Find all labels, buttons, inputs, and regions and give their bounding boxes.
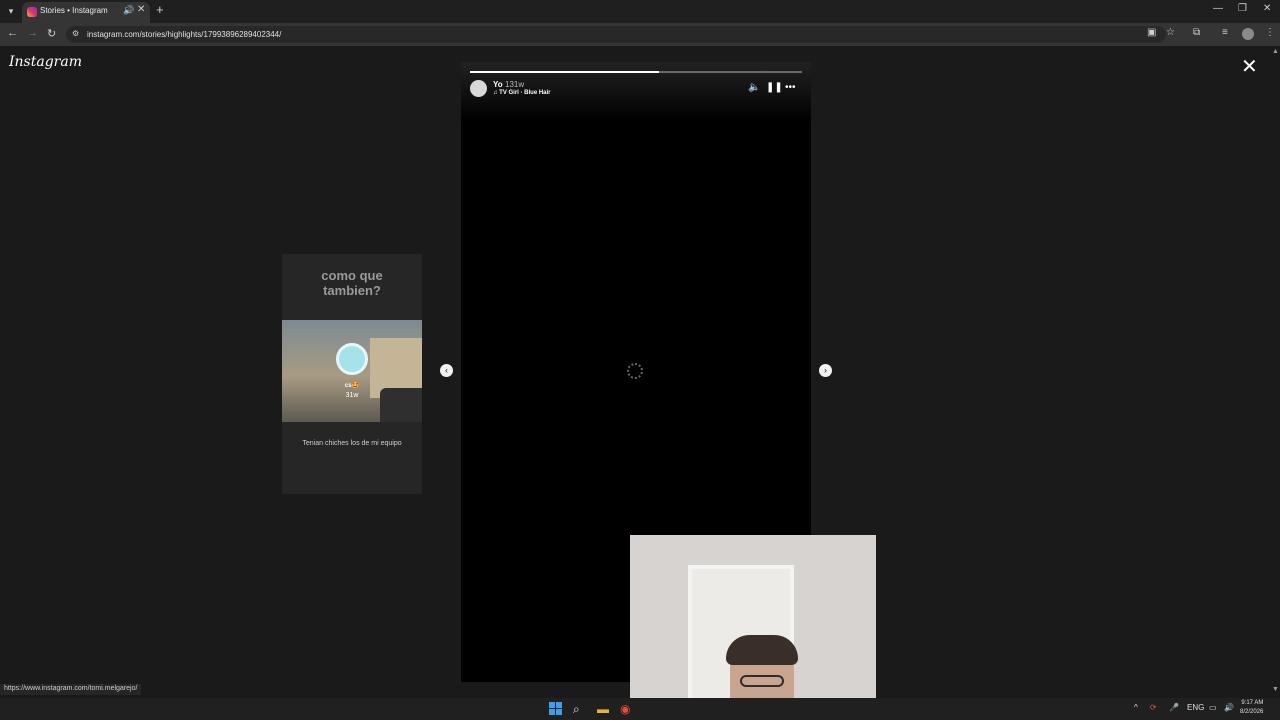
search-icon[interactable]: ⌕ <box>573 701 580 717</box>
url-text[interactable]: instagram.com/stories/highlights/1799389… <box>87 30 281 39</box>
scroll-up-arrow-icon[interactable]: ▲ <box>1272 48 1279 55</box>
tab-instagram[interactable]: Stories • Instagram 🔊 ✕ <box>22 2 150 23</box>
story-username[interactable]: Yo <box>493 80 503 89</box>
tab-title: Stories • Instagram <box>40 6 108 15</box>
reload-icon[interactable]: ↻ <box>47 27 56 40</box>
status-bar-url: https://www.instagram.com/tomi.melgarejo… <box>0 684 142 695</box>
cast-icon[interactable]: ▣ <box>1147 27 1156 38</box>
tab-close-icon[interactable]: ✕ <box>137 4 145 15</box>
volume-icon[interactable]: 🔈 <box>748 82 760 93</box>
taskbar-clock[interactable]: 9:17 AM 8/2/2026 <box>1240 699 1263 717</box>
webcam-overlay <box>630 535 876 720</box>
clock-time: 9:17 AM <box>1241 700 1264 706</box>
tab-audio-icon[interactable]: 🔊 <box>123 5 134 16</box>
taskbar: ⌕ ▬ ◉ ^ ⟳ 🎤 ENG ▭ 🔊 9:17 AM 8/2/2026 <box>0 698 1280 720</box>
chrome-icon[interactable]: ◉ <box>620 701 630 717</box>
scroll-down-arrow-icon[interactable]: ▼ <box>1272 686 1279 693</box>
windows-start-icon[interactable] <box>549 702 562 715</box>
site-info-icon[interactable]: ⚙ <box>72 29 79 38</box>
audio-track-label: TV Girl · Blue Hair <box>499 90 551 96</box>
profile-avatar[interactable] <box>1242 28 1254 40</box>
progress-segment-remaining <box>659 71 802 73</box>
previous-story-image: cs🤩 31w <box>282 320 422 422</box>
back-icon[interactable]: ← <box>7 27 18 39</box>
close-story-button[interactable]: ✕ <box>1241 56 1258 78</box>
next-story-chevron-icon[interactable]: › <box>819 364 832 377</box>
progress-segment-played <box>470 71 659 73</box>
media-control-icon[interactable]: ≡ <box>1222 27 1228 38</box>
previous-story-chevron-icon[interactable]: ‹ <box>440 364 453 377</box>
clock-date: 8/2/2026 <box>1240 709 1264 715</box>
story-progress-bar <box>470 71 802 73</box>
tab-search-icon[interactable]: ▾ <box>4 4 18 18</box>
restore-icon[interactable]: ❐ <box>1238 3 1247 14</box>
file-explorer-icon[interactable]: ▬ <box>597 701 609 717</box>
language-indicator[interactable]: ENG <box>1187 703 1204 712</box>
extensions-icon[interactable]: ⧉ <box>1193 27 1200 38</box>
speaker-icon[interactable]: 🔊 <box>1224 703 1234 712</box>
new-tab-button[interactable]: + <box>156 2 164 17</box>
story-audio-track[interactable]: ♫ TV Girl · Blue Hair <box>493 90 551 96</box>
previous-story-caption: Tenian chiches los de mi equipo <box>302 440 402 447</box>
microphone-icon[interactable]: 🎤 <box>1169 703 1179 712</box>
network-icon[interactable]: ▭ <box>1209 703 1217 712</box>
address-bar[interactable]: ⚙ instagram.com/stories/highlights/17993… <box>66 26 1166 43</box>
heading-line-1: como que <box>321 268 383 283</box>
previous-story-card[interactable]: como que tambien? cs🤩 31w Tenian chiches… <box>282 254 422 494</box>
instagram-logo[interactable]: Instagram <box>9 54 82 70</box>
window-close-icon[interactable]: ✕ <box>1263 3 1271 14</box>
webcam-person-hair <box>726 635 798 665</box>
minimize-icon[interactable]: — <box>1213 3 1223 14</box>
story-age: 131w <box>505 80 525 89</box>
browser-menu-icon[interactable]: ⋮ <box>1265 27 1275 38</box>
previous-story-username: cs🤩 <box>344 383 360 389</box>
webcam-person-glasses <box>740 675 784 687</box>
pause-icon[interactable]: ❚❚ <box>766 82 783 93</box>
bookmark-star-icon[interactable]: ☆ <box>1166 27 1175 38</box>
forward-icon[interactable]: → <box>27 27 38 39</box>
previous-story-avatar <box>336 343 368 375</box>
tray-overflow-chevron-icon[interactable]: ^ <box>1134 703 1138 712</box>
loading-spinner-icon <box>627 363 643 379</box>
instagram-favicon-icon <box>27 7 37 17</box>
tray-app-icon[interactable]: ⟳ <box>1150 703 1157 712</box>
previous-story-heading: como que tambien? <box>282 268 422 298</box>
previous-story-age: 31w <box>345 392 359 399</box>
heading-line-2: tambien? <box>323 283 381 298</box>
browser-toolbar: ← → ↻ ⚙ instagram.com/stories/highlights… <box>0 23 1280 46</box>
tab-bar: ▾ Stories • Instagram 🔊 ✕ + — ❐ ✕ <box>0 0 1280 23</box>
story-avatar[interactable] <box>470 80 487 97</box>
more-options-icon[interactable]: ••• <box>785 82 796 93</box>
